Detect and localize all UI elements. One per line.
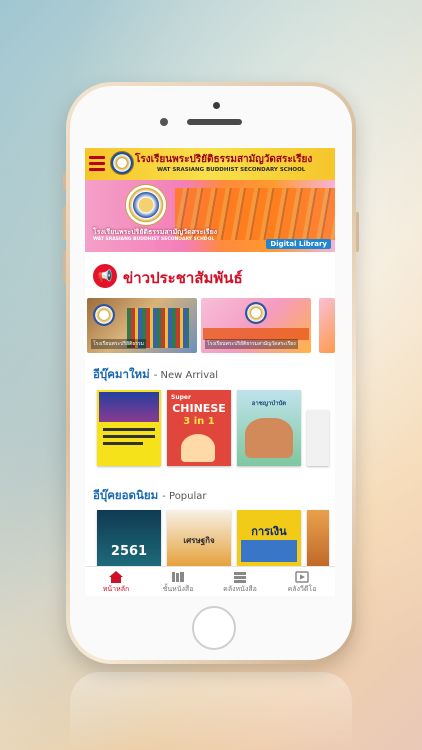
cover-art bbox=[245, 418, 293, 458]
school-name-thai: โรงเรียนพระปริยัติธรรมสามัญวัดสระเรียง bbox=[135, 154, 313, 165]
new-arrival-title-thai: อีบุ๊คมาใหม่ bbox=[93, 367, 150, 381]
tab-bookshelf[interactable]: ชั้นหนังสือ bbox=[147, 567, 209, 596]
news-card[interactable]: โรงเรียนพระปริยัติธรรมสามัญวัดสระเรียง bbox=[201, 298, 311, 353]
front-camera bbox=[160, 118, 168, 126]
tab-bookshelf-label: ชั้นหนังสือ bbox=[162, 585, 194, 593]
bottom-tab-bar: หน้าหลัก ชั้นหนังสือ คลังหนังสือ คลังวีด… bbox=[85, 566, 335, 596]
tab-home-label: หน้าหลัก bbox=[102, 585, 130, 593]
popular-title: อีบุ๊คยอดนิยม - Popular bbox=[93, 488, 207, 502]
volume-up-button bbox=[63, 206, 66, 240]
school-seal bbox=[245, 302, 267, 324]
megaphone-icon: 📢 bbox=[93, 264, 117, 288]
news-card-peek[interactable] bbox=[319, 298, 335, 353]
hero-banner[interactable]: โรงเรียนพระปริยัติธรรมสามัญวัดสระเรียง W… bbox=[85, 180, 335, 252]
tab-video[interactable]: คลังวีดีโอ bbox=[271, 567, 333, 596]
book-cover[interactable]: การเงิน bbox=[237, 510, 301, 566]
new-arrival-title-english: New Arrival bbox=[160, 370, 219, 381]
book-cover[interactable]: เศรษฐกิจ bbox=[167, 510, 231, 566]
tab-library[interactable]: คลังหนังสือ bbox=[209, 567, 271, 596]
cover-art bbox=[99, 392, 159, 422]
school-logo bbox=[110, 151, 134, 175]
tab-home[interactable]: หน้าหลัก bbox=[85, 567, 147, 596]
book-subtitle: 3 in 1 bbox=[183, 416, 215, 427]
home-icon bbox=[109, 571, 123, 583]
news-title: ข่าวประชาสัมพันธ์ bbox=[123, 269, 243, 287]
book-badge: Super bbox=[171, 394, 191, 401]
book-cover[interactable]: Super CHINESE 3 in 1 bbox=[167, 390, 231, 466]
digital-library-tag: Digital Library bbox=[266, 239, 331, 249]
news-caption: โรงเรียนพระปริยัติธรรม bbox=[91, 339, 146, 349]
cover-art bbox=[241, 540, 297, 562]
school-name-english: WAT SRASIANG BUDDHIST SECONDARY SCHOOL bbox=[157, 167, 306, 173]
phone-reflection bbox=[70, 672, 352, 750]
news-header: 📢 ข่าวประชาสัมพันธ์ bbox=[93, 262, 333, 292]
library-icon bbox=[234, 572, 246, 583]
app-screen: โรงเรียนพระปริยัติธรรมสามัญวัดสระเรียง W… bbox=[85, 148, 335, 596]
bookshelf-icon bbox=[172, 572, 184, 582]
news-caption: โรงเรียนพระปริยัติธรรมสามัญวัดสระเรียง bbox=[205, 339, 298, 349]
camera-dot bbox=[213, 102, 220, 109]
book-cover-peek[interactable] bbox=[307, 510, 329, 566]
book-title: CHINESE bbox=[172, 402, 226, 415]
banner-school-english: WAT SRASIANG BUDDHIST SECONDARY SCHOOL bbox=[93, 237, 215, 242]
school-seal bbox=[93, 304, 115, 326]
book-title: อาชญาบำบัด bbox=[251, 400, 287, 407]
cartoon-art bbox=[181, 434, 215, 462]
cover-line bbox=[103, 435, 155, 438]
power-button bbox=[356, 212, 359, 252]
book-title: เศรษฐกิจ bbox=[183, 536, 215, 545]
tab-library-label: คลังหนังสือ bbox=[223, 585, 257, 593]
home-button[interactable] bbox=[192, 606, 236, 650]
news-carousel[interactable]: โรงเรียนพระปริยัติธรรม โรงเรียนพระปริยัต… bbox=[87, 298, 335, 353]
video-icon bbox=[295, 571, 309, 583]
earpiece-speaker bbox=[187, 119, 242, 125]
book-cover[interactable]: 2561 bbox=[97, 510, 161, 566]
popular-title-english: Popular bbox=[169, 491, 207, 502]
book-cover-peek[interactable] bbox=[307, 410, 329, 466]
school-seal bbox=[125, 184, 167, 226]
app-header: โรงเรียนพระปริยัติธรรมสามัญวัดสระเรียง W… bbox=[85, 148, 335, 180]
book-title: 2561 bbox=[110, 544, 148, 559]
tab-video-label: คลังวีดีโอ bbox=[287, 585, 317, 593]
book-cover[interactable] bbox=[97, 390, 161, 466]
cover-line bbox=[103, 428, 155, 431]
book-title: การเงิน bbox=[251, 525, 287, 538]
new-arrival-title: อีบุ๊คมาใหม่ - New Arrival bbox=[93, 367, 219, 381]
news-card[interactable]: โรงเรียนพระปริยัติธรรม bbox=[87, 298, 197, 353]
menu-icon[interactable] bbox=[89, 156, 105, 171]
volume-down-button bbox=[63, 250, 66, 284]
popular-title-thai: อีบุ๊คยอดนิยม bbox=[93, 488, 159, 502]
mute-switch bbox=[63, 172, 66, 190]
book-cover[interactable]: อาชญาบำบัด bbox=[237, 390, 301, 466]
cover-line bbox=[103, 442, 143, 445]
